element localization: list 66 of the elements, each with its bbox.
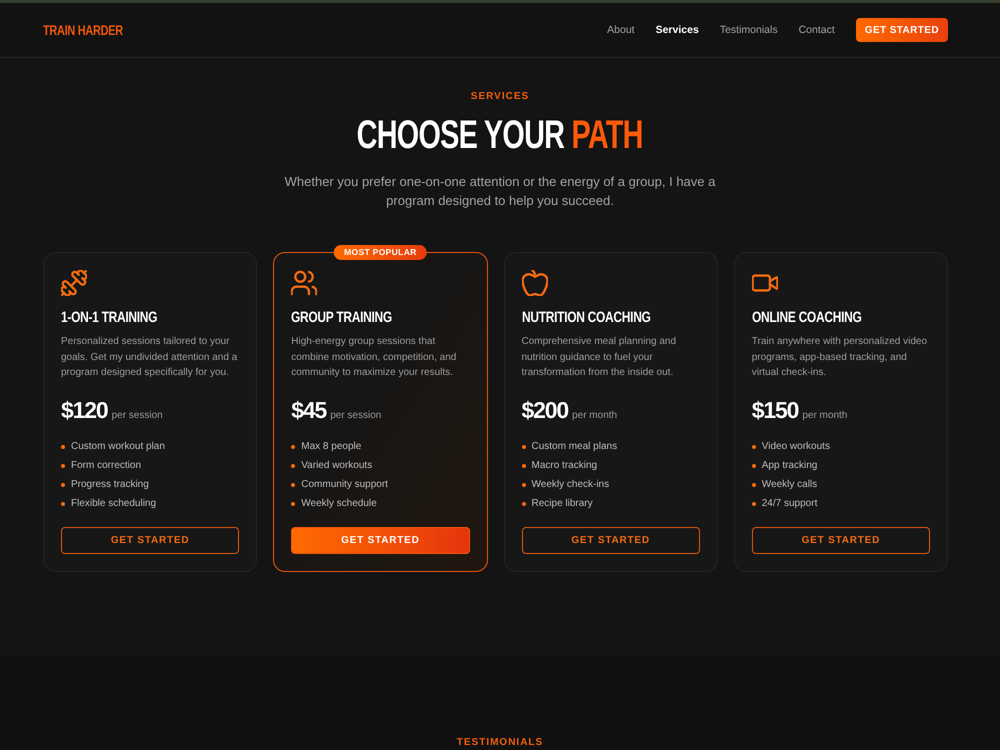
feature-text: Progress tracking [71,478,149,492]
bullet-icon [522,464,526,468]
feature-text: 24/7 support [762,497,818,511]
dumbbell-icon [61,270,87,296]
feature-text: Max 8 people [301,440,362,454]
bullet-icon [752,502,756,506]
users-icon [291,270,318,296]
feature-text: Community support [301,478,388,492]
price: $45 [291,396,326,424]
card-description: High-energy group sessions that combine motivation, competition, and community to maximize your results. [291,335,458,380]
bullet-icon [752,464,756,468]
price: $120 [61,396,108,424]
logo-text[interactable]: TRAIN HARDER [43,21,123,39]
card-title: NUTRITION COACHING [522,309,650,327]
feature-text: Varied workouts [301,459,372,473]
nav-link[interactable]: Services [656,23,699,37]
nav-link[interactable]: About [607,23,635,37]
price: $150 [752,396,798,424]
feature-text: Video workouts [762,440,830,454]
bullet-icon [61,483,65,487]
card-title: GROUP TRAINING [291,309,392,327]
nav-link[interactable]: Contact [798,23,835,37]
card-title: ONLINE COACHING [752,309,862,327]
price: $200 [522,396,568,424]
get-started-button[interactable]: GET STARTED [752,526,930,554]
bullet-icon [752,445,756,449]
get-started-button[interactable]: GET STARTED [522,526,700,554]
bullet-icon [752,483,756,487]
popular-badge: MOST POPULAR [334,245,427,260]
card-description: Personalized sessions tailored to your goals. Get my undivided attention and a program designed specifically for you. [61,335,238,380]
bullet-icon [291,445,296,449]
bullet-icon [291,502,296,506]
card-title: 1-ON-1 TRAINING [61,309,158,327]
feature-text: Recipe library [532,497,593,511]
feature-text: Weekly schedule [301,497,377,511]
feature-text: Form correction [71,459,142,473]
feature-text: Weekly check-ins [532,478,610,492]
bullet-icon [291,464,296,468]
feature-text: Custom workout plan [71,440,165,454]
feature-text: Flexible scheduling [71,497,156,511]
bullet-icon [291,483,296,487]
bullet-icon [522,445,526,449]
get-started-button[interactable]: GET STARTED [291,526,470,554]
nav-link[interactable]: Testimonials [720,23,778,37]
apple-icon [522,270,548,296]
bullet-icon [522,483,526,487]
get-started-button[interactable]: GET STARTED [856,18,948,42]
bullet-icon [61,445,65,449]
get-started-button[interactable]: GET STARTED [61,526,240,554]
bullet-icon [61,464,65,468]
price-unit: per session [330,410,382,422]
card-description: Comprehensive meal planning and nutrition guidance to fuel your transformation from the inside out. [522,335,678,380]
intro-text: Whether you prefer one-on-one attention or the energy of a group, I have a program designed to help you succeed. [284,173,716,210]
section-label: SERVICES [470,91,530,103]
section-heading: CHOOSE YOUR PATH [356,113,644,157]
feature-text: Macro tracking [532,459,598,473]
feature-text: App tracking [762,459,818,473]
price-unit: per month [572,410,618,422]
price-unit: per session [112,410,163,422]
card-description: Train anywhere with personalized video programs, app-based tracking, and virtual check-ins. [752,335,928,380]
price-unit: per month [802,410,848,422]
bullet-icon [61,502,65,506]
bullet-icon [522,502,526,506]
feature-text: Weekly calls [762,478,818,492]
section-label: TESTIMONIALS [456,737,544,749]
feature-text: Custom meal plans [532,440,618,454]
